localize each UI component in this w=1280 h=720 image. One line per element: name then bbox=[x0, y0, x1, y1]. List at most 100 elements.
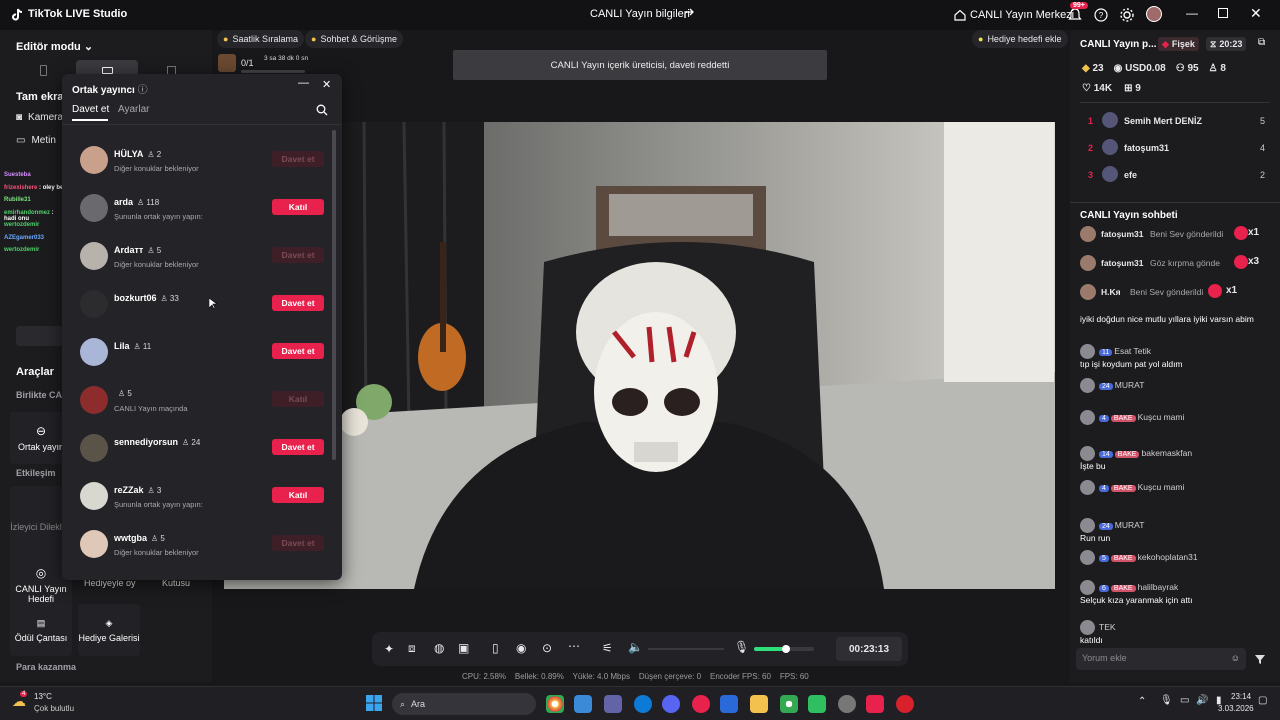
windows-start-icon[interactable] bbox=[366, 695, 382, 711]
share-icon[interactable] bbox=[682, 7, 696, 21]
avatar[interactable] bbox=[1146, 6, 1162, 22]
scrollbar[interactable] bbox=[332, 130, 336, 460]
minimize-popup-icon[interactable]: — bbox=[298, 77, 309, 89]
user-avatar[interactable] bbox=[80, 146, 108, 174]
capture-icon[interactable]: ⊙ bbox=[542, 641, 552, 655]
fisek-badge[interactable]: ◆ Fişek bbox=[1158, 37, 1199, 51]
invite-button[interactable]: Davet et bbox=[272, 535, 324, 551]
ai-icon[interactable]: ◍ bbox=[434, 641, 444, 655]
info-icon[interactable]: ⓘ bbox=[138, 85, 148, 96]
bell-icon[interactable] bbox=[1068, 7, 1082, 23]
invite-button[interactable]: Davet et bbox=[272, 151, 324, 167]
user-avatar[interactable] bbox=[80, 338, 108, 366]
hourly-ranking-tab[interactable]: ● Saatlik Sıralama bbox=[217, 30, 304, 48]
chrome-icon[interactable] bbox=[546, 695, 564, 713]
user-avatar[interactable] bbox=[80, 530, 108, 558]
more-icon[interactable]: ⋯ bbox=[568, 639, 580, 653]
add-gift-goal-button[interactable]: ● Hediye hedefi ekle bbox=[972, 30, 1068, 48]
user-avatar[interactable] bbox=[80, 386, 108, 414]
sliders-icon[interactable]: ⚟ bbox=[602, 641, 613, 655]
search-icon[interactable] bbox=[316, 104, 328, 116]
mic-tray-icon[interactable]: 🎙 bbox=[1160, 695, 1173, 706]
follower-count: ♙ 5 bbox=[118, 389, 132, 398]
clock-time[interactable]: 23:14 bbox=[1231, 692, 1251, 701]
help-icon[interactable]: ? bbox=[1094, 8, 1108, 22]
magic-wand-icon[interactable]: ✦ bbox=[384, 642, 394, 656]
gift-multiplier: x1 bbox=[1226, 285, 1238, 296]
network-icon[interactable]: ▭ bbox=[1180, 695, 1189, 706]
live-info-title[interactable]: CANLI Yayın bilgileri bbox=[590, 8, 690, 20]
discord-icon[interactable] bbox=[662, 695, 680, 713]
user-avatar[interactable] bbox=[80, 434, 108, 462]
gear-icon[interactable] bbox=[1120, 8, 1134, 22]
gift-gallery-tool[interactable]: ◈ Hediye Galerisi bbox=[78, 604, 140, 656]
close-popup-icon[interactable]: ✕ bbox=[322, 78, 331, 91]
ranking-row[interactable]: 3 efe 2 bbox=[1070, 166, 1280, 186]
volume-icon[interactable]: 🔊 bbox=[1196, 695, 1208, 706]
maximize-icon[interactable] bbox=[1218, 8, 1228, 18]
edge-icon[interactable] bbox=[634, 695, 652, 713]
teams-icon[interactable] bbox=[604, 695, 622, 713]
speaker-volume-slider[interactable] bbox=[648, 648, 724, 650]
clock-date[interactable]: 3.03.2026 bbox=[1218, 704, 1254, 713]
opera-icon[interactable] bbox=[692, 695, 710, 713]
filter-icon[interactable] bbox=[1254, 653, 1266, 665]
popup-title: Ortak yayıncı ⓘ bbox=[72, 85, 148, 96]
minimize-icon[interactable]: — bbox=[1186, 6, 1198, 20]
phone-icon[interactable]: ▯ bbox=[492, 641, 499, 655]
live-center-button[interactable]: CANLI Yayın Merkezi bbox=[954, 6, 1074, 24]
chat-meet-tab[interactable]: ● Sohbet & Görüşme bbox=[305, 30, 403, 48]
ranking-row[interactable]: 1 Semih Mert DENİZ 5 bbox=[1070, 112, 1280, 132]
join-button[interactable]: Katıl bbox=[272, 391, 324, 407]
record-icon[interactable]: ◉ bbox=[516, 641, 526, 655]
invite-button[interactable]: Davet et bbox=[272, 247, 324, 263]
memory-stat: Bellek: 0.89% bbox=[514, 672, 564, 681]
ranking-row[interactable]: 2 fatoşum31 4 bbox=[1070, 139, 1280, 159]
green-app-icon[interactable] bbox=[808, 695, 826, 713]
gift-icon: ◈ bbox=[105, 617, 113, 628]
chrome-alt-icon[interactable] bbox=[780, 695, 798, 713]
user-avatar[interactable] bbox=[80, 482, 108, 510]
invite-button[interactable]: Davet et bbox=[272, 343, 324, 359]
speaker-icon[interactable]: 🔈 bbox=[628, 640, 643, 654]
popout-icon[interactable]: ⧉ bbox=[1258, 37, 1265, 48]
comment-input[interactable]: Yorum ekle ☺ bbox=[1076, 648, 1246, 670]
user-avatar[interactable] bbox=[80, 290, 108, 318]
youtube-icon[interactable] bbox=[896, 695, 914, 713]
user-badge: 4 bbox=[1099, 484, 1109, 492]
microphone-icon[interactable]: 🎙 bbox=[734, 640, 749, 654]
video-preview[interactable] bbox=[224, 122, 1055, 589]
user-avatar[interactable] bbox=[80, 242, 108, 270]
join-button[interactable]: Katıl bbox=[272, 199, 324, 215]
tab-settings[interactable]: Ayarlar bbox=[118, 104, 150, 115]
source-text[interactable]: ▭ Metin bbox=[16, 135, 56, 146]
invite-button[interactable]: Davet et bbox=[272, 295, 324, 311]
user-avatar[interactable] bbox=[80, 194, 108, 222]
tiktok-live-taskbar-icon[interactable] bbox=[866, 695, 884, 713]
search-icon: ⌕ bbox=[400, 698, 406, 709]
join-button[interactable]: Katıl bbox=[272, 487, 324, 503]
emoji-icon[interactable]: ☺ bbox=[1231, 653, 1240, 663]
chat-message: 4 BAKE Kuşcu mami bbox=[1080, 410, 1272, 425]
notification-center-icon[interactable]: ▢ bbox=[1258, 695, 1267, 706]
follower-count: ♙ 5 bbox=[147, 245, 162, 255]
link-icon: ⊖ bbox=[35, 424, 47, 438]
source-camera[interactable]: ◙ Kamera bbox=[16, 112, 63, 123]
store-icon[interactable] bbox=[574, 695, 592, 713]
live-panel-title: CANLI Yayın p... bbox=[1080, 39, 1157, 50]
chevron-up-icon[interactable]: ⌃ bbox=[1138, 696, 1146, 707]
taskbar-search[interactable]: ⌕ Ara bbox=[392, 693, 536, 715]
invite-button[interactable]: Davet et bbox=[272, 439, 324, 455]
app-icon[interactable] bbox=[838, 695, 856, 713]
screen-icon[interactable]: ▣ bbox=[458, 641, 469, 655]
invite-row: wwtgba ♙ 5 Diğer konuklar bekleniyor Davet … bbox=[80, 524, 324, 564]
mic-volume-handle[interactable] bbox=[782, 645, 790, 653]
invite-row: HÜLYA ♙ 2 Diğer konuklar bekleniyor Davet e… bbox=[80, 140, 324, 180]
crop-icon[interactable]: ⧈ bbox=[408, 641, 416, 656]
folder-icon[interactable] bbox=[750, 695, 768, 713]
reward-bag-tool[interactable]: ▤ Ödül Çantası bbox=[10, 604, 72, 656]
close-icon[interactable]: ✕ bbox=[1250, 5, 1262, 22]
tab-invite[interactable]: Davet et bbox=[72, 104, 109, 115]
editor-mode-dropdown[interactable]: Editör modu ⌄ bbox=[16, 40, 93, 53]
mail-icon[interactable] bbox=[720, 695, 738, 713]
